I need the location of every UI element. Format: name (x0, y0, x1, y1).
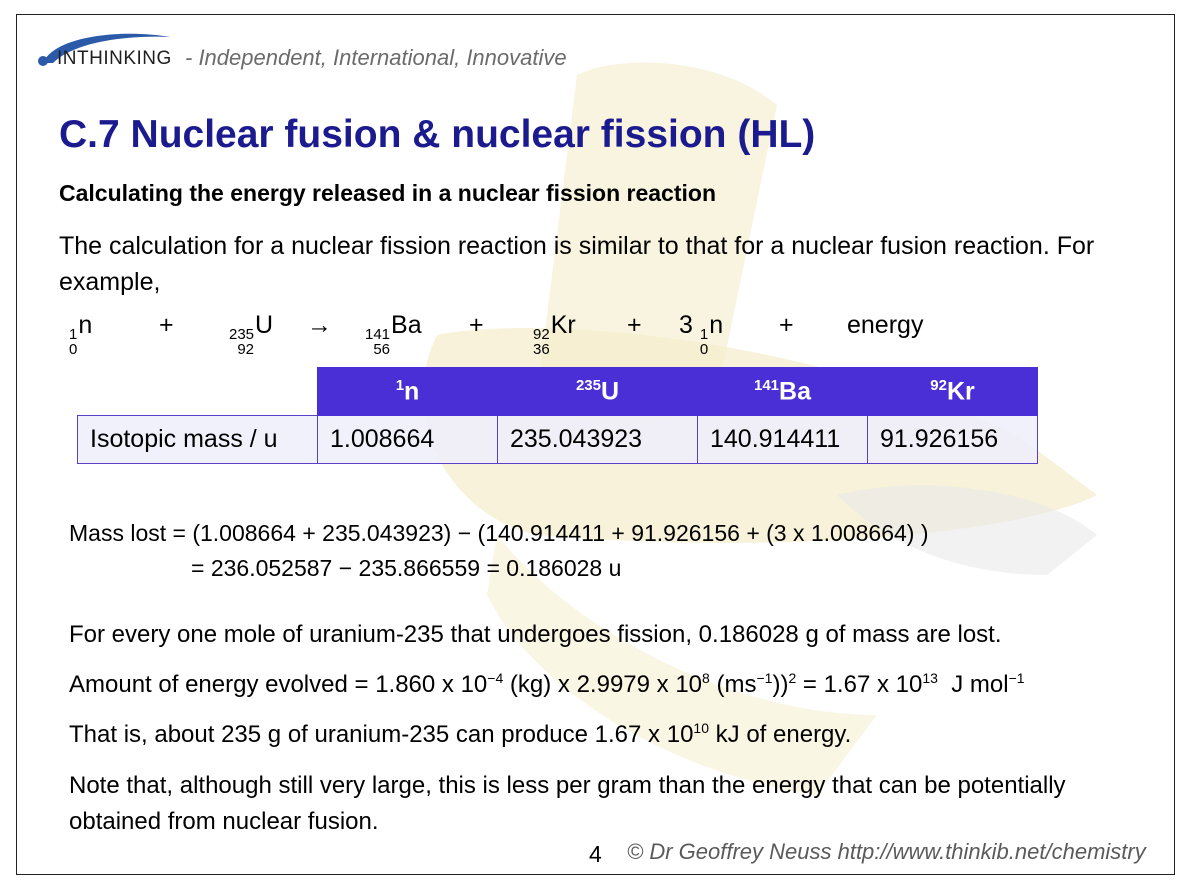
energy-term: energy (847, 311, 924, 339)
krypton-product: 92 36 Kr (533, 311, 576, 357)
section-subtitle: Calculating the energy released in a nuc… (59, 180, 716, 206)
table-cell: 91.926156 (867, 415, 1038, 464)
atomic-number: 36 (533, 341, 550, 358)
reaction-arrow: → (307, 311, 332, 339)
logo-text: INTHINKING (57, 48, 172, 69)
copyright-notice: © Dr Geoffrey Neuss http://www.thinkib.n… (627, 839, 1146, 864)
table-header: 92Kr (867, 367, 1038, 416)
table-row: Isotopic mass / u 1.008664 235.043923 14… (77, 415, 1038, 464)
table-header: 1n (317, 367, 498, 416)
energy-calculation: Amount of energy evolved = 1.860 x 10−4 … (69, 670, 1025, 698)
mole-statement: For every one mole of uranium-235 that u… (69, 621, 1002, 648)
tagline: - Independent, International, Innovative (185, 45, 567, 70)
element-symbol: Ba (391, 311, 422, 339)
table-cell: 1.008664 (317, 415, 498, 464)
atomic-number: 56 (373, 341, 391, 358)
element-symbol: n (709, 311, 724, 339)
uranium-reactant: 235 92 U (229, 311, 273, 357)
table-corner (78, 368, 318, 416)
mass-lost-result: = 236.052587 − 235.866559 = 0.186028 u (191, 555, 622, 581)
neutron-products: 3 10n (679, 311, 723, 357)
plus-sign: + (469, 311, 484, 339)
table-cell: 140.914411 (697, 415, 868, 464)
table-cell: 235.043923 (497, 415, 698, 464)
atomic-number: 0 (69, 341, 78, 358)
row-label: Isotopic mass / u (77, 415, 318, 464)
page-title: C.7 Nuclear fusion & nuclear fission (HL… (59, 113, 816, 156)
element-symbol: Kr (550, 311, 576, 339)
coefficient: 3 (679, 311, 693, 339)
plus-sign: + (159, 311, 174, 339)
plus-sign: + (779, 311, 794, 339)
slide: INTHINKING - Independent, International,… (16, 14, 1175, 875)
neutron-reactant: 10n (69, 311, 92, 357)
mass-number: 1 (699, 326, 709, 343)
plus-sign: + (627, 311, 642, 339)
element-symbol: n (78, 311, 93, 339)
mass-number: 92 (533, 326, 550, 343)
element-symbol: U (255, 311, 274, 339)
energy-per-235g: That is, about 235 g of uranium-235 can … (69, 720, 852, 748)
mass-number: 1 (69, 326, 78, 343)
intro-paragraph: The calculation for a nuclear fission re… (59, 232, 1095, 296)
table-header-row: 1n 235U 141Ba 92Kr (78, 367, 1038, 416)
atomic-number: 92 (237, 341, 255, 358)
isotopic-mass-table: 1n 235U 141Ba 92Kr Isotopic mass / u 1.0… (77, 367, 1038, 464)
mass-number: 235 (229, 326, 255, 343)
barium-product: 141 56 Ba (365, 311, 422, 357)
page-number: 4 (589, 841, 602, 867)
mass-lost-calculation: Mass lost = (1.008664 + 235.043923) − (1… (69, 520, 929, 546)
table-header: 235U (497, 367, 698, 416)
table-header: 141Ba (697, 367, 868, 416)
note-paragraph: Note that, although still very large, th… (69, 772, 1066, 835)
mass-number: 141 (365, 326, 391, 343)
atomic-number: 0 (699, 341, 709, 358)
fission-equation: 10n + 235 92 U → 141 56 Ba + 92 36 Kr + 3 10n … (69, 311, 949, 357)
